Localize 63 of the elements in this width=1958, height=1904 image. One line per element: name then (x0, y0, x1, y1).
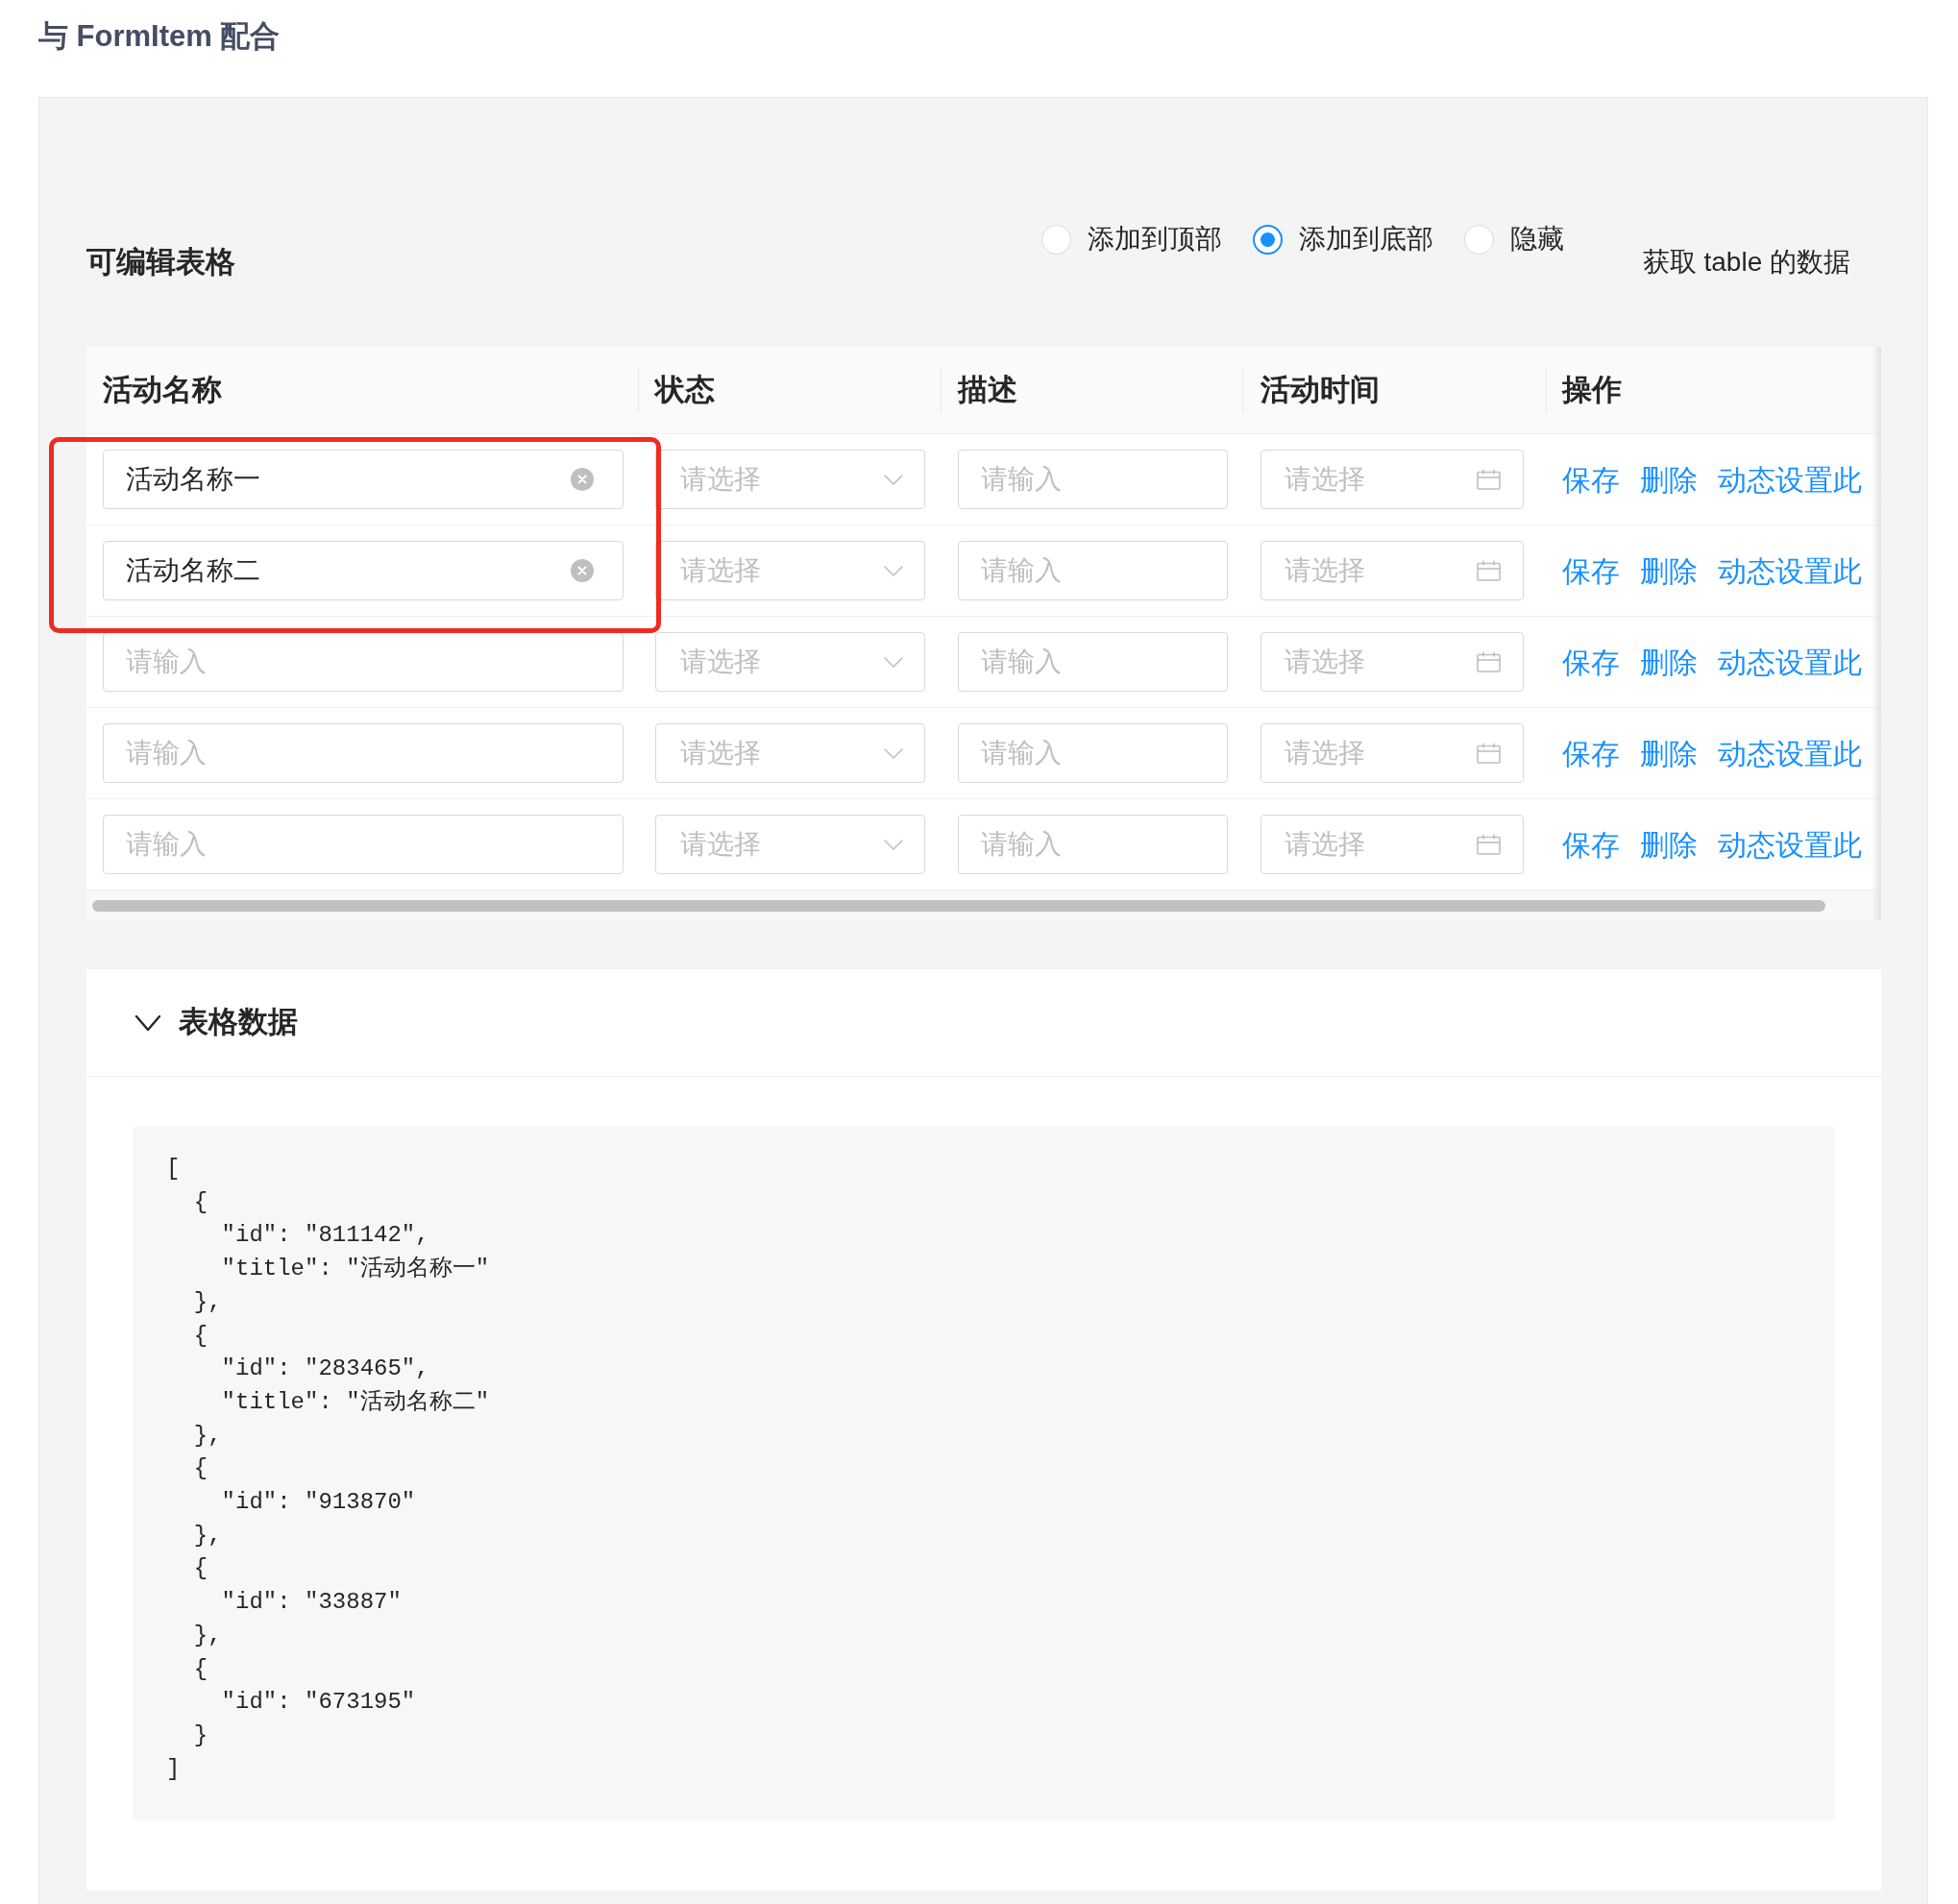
date-picker[interactable]: 请选择 (1260, 815, 1524, 874)
select-field[interactable]: 请选择 (655, 723, 925, 783)
action-link[interactable]: 保存 (1562, 731, 1620, 775)
action-link[interactable]: 删除 (1640, 822, 1698, 867)
chevron-down-icon (884, 656, 903, 668)
clear-icon[interactable] (571, 468, 594, 491)
action-link[interactable]: 保存 (1562, 457, 1620, 501)
text-input[interactable]: 活动名称二 (103, 541, 624, 600)
calendar-icon (1477, 743, 1501, 764)
chevron-down-icon (884, 747, 903, 759)
date-picker[interactable]: 请选择 (1260, 723, 1524, 783)
chevron-down-icon (135, 1013, 161, 1033)
select-field[interactable]: 请选择 (655, 632, 925, 692)
text-input[interactable]: 请输入 (958, 632, 1228, 692)
text-input[interactable]: 请输入 (103, 632, 624, 692)
action-link[interactable]: 动态设置此 (1718, 731, 1862, 775)
column-header: 活动名称 (103, 371, 222, 408)
page-title: 与 FormItem 配合 (38, 18, 281, 55)
date-picker[interactable]: 请选择 (1260, 541, 1524, 600)
select-field[interactable]: 请选择 (655, 450, 925, 509)
radio-label[interactable]: 添加到顶部 (1087, 219, 1222, 259)
action-link[interactable]: 删除 (1640, 731, 1698, 775)
date-picker[interactable]: 请选择 (1260, 632, 1524, 692)
text-input[interactable]: 请输入 (958, 541, 1228, 600)
action-link[interactable]: 保存 (1562, 640, 1620, 684)
get-data-button[interactable]: 获取 table 的数据 (1611, 232, 1881, 293)
action-link[interactable]: 保存 (1562, 549, 1620, 593)
date-picker[interactable]: 请选择 (1260, 450, 1524, 509)
action-link[interactable]: 保存 (1562, 822, 1620, 867)
table-title: 可编辑表格 (86, 243, 235, 281)
column-header: 操作 (1562, 371, 1622, 408)
select-field[interactable]: 请选择 (655, 541, 925, 600)
calendar-icon (1477, 560, 1501, 581)
calendar-icon (1477, 651, 1501, 672)
text-input[interactable]: 请输入 (958, 723, 1228, 783)
action-link[interactable]: 动态设置此 (1718, 457, 1862, 501)
radio-label[interactable]: 添加到底部 (1298, 219, 1433, 259)
text-input[interactable]: 请输入 (958, 450, 1228, 509)
select-field[interactable]: 请选择 (655, 815, 925, 874)
calendar-icon (1477, 834, 1501, 855)
text-input[interactable]: 活动名称一 (103, 450, 624, 509)
code-block: [ { "id": "811142", "title": "活动名称一" }, { "id": "283465", "title": "活动名称二" }, { "id": "913870" }, { "id": "33887" }, { "id": "673195" } ] (133, 1126, 1835, 1821)
action-link[interactable]: 删除 (1640, 640, 1698, 684)
radio-button[interactable] (1252, 224, 1283, 255)
text-input[interactable]: 请输入 (103, 815, 624, 874)
action-link[interactable]: 动态设置此 (1718, 822, 1862, 867)
chevron-down-icon (884, 839, 903, 850)
column-header: 描述 (958, 371, 1017, 408)
action-link[interactable]: 动态设置此 (1718, 640, 1862, 684)
calendar-icon (1477, 469, 1501, 490)
text-input[interactable]: 请输入 (103, 723, 624, 783)
action-link[interactable]: 动态设置此 (1718, 549, 1862, 593)
chevron-down-icon (884, 565, 903, 576)
column-header: 活动时间 (1260, 371, 1380, 408)
scrollbar-thumb[interactable] (92, 899, 1825, 912)
action-link[interactable]: 删除 (1640, 457, 1698, 501)
radio-label[interactable]: 隐藏 (1509, 219, 1564, 259)
chevron-down-icon (884, 474, 903, 485)
column-header: 状态 (655, 371, 715, 408)
text-input[interactable]: 请输入 (958, 815, 1228, 874)
action-link[interactable]: 删除 (1640, 549, 1698, 593)
clear-icon[interactable] (571, 559, 594, 582)
collapse-header[interactable]: 表格数据 (86, 969, 1881, 1077)
